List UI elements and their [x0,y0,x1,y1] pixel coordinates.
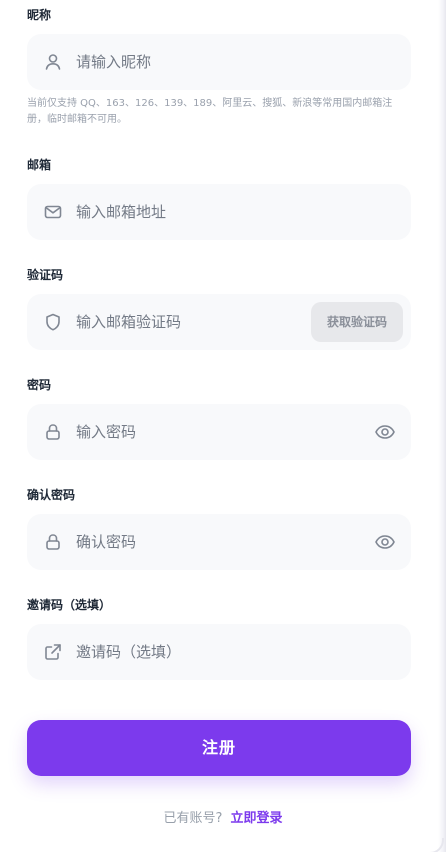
user-icon [43,52,63,72]
right-edge-shadow [438,0,446,852]
nickname-placeholder: 请输入昵称 [76,53,152,71]
login-link[interactable]: 立即登录 [230,811,282,826]
eye-icon[interactable] [374,531,396,553]
get-code-button[interactable]: 获取验证码 [311,302,403,342]
password-field[interactable]: 输入密码 [27,404,411,460]
password-placeholder: 输入密码 [76,423,137,441]
confirm-password-label: 确认密码 [27,488,76,502]
nickname-label: 昵称 [27,8,52,22]
email-support-hint: 当前仅支持 QQ、163、126、139、189、阿里云、搜狐、新浪等常用国内邮… [27,98,393,125]
have-account-text: 已有账号? [163,811,223,826]
verification-code-placeholder: 输入邮箱验证码 [76,313,182,331]
email-field[interactable]: 输入邮箱地址 [27,184,411,240]
invite-code-label: 邀请码（选填） [27,598,112,612]
external-link-icon [43,642,63,662]
nickname-field[interactable]: 请输入昵称 [27,34,411,90]
lock-icon [43,532,63,552]
invite-code-field[interactable]: 邀请码（选填） [27,624,411,680]
shield-icon [43,312,63,332]
lock-icon [43,422,63,442]
confirm-password-field[interactable]: 确认密码 [27,514,411,570]
verification-code-field[interactable]: 输入邮箱验证码 获取验证码 [27,294,411,350]
register-form-page: 昵称 请输入昵称 当前仅支持 QQ、163、126、139、189、阿里云、搜狐… [0,0,446,852]
mail-icon [43,202,63,222]
email-placeholder: 输入邮箱地址 [76,203,167,221]
verification-code-label: 验证码 [27,268,64,282]
register-button[interactable]: 注册 [27,720,411,776]
invite-code-placeholder: 邀请码（选填） [76,643,182,661]
eye-icon[interactable] [374,421,396,443]
login-prompt: 已有账号? 立即登录 [0,809,446,829]
email-label: 邮箱 [27,158,52,172]
confirm-password-placeholder: 确认密码 [76,533,137,551]
password-label: 密码 [27,378,52,392]
